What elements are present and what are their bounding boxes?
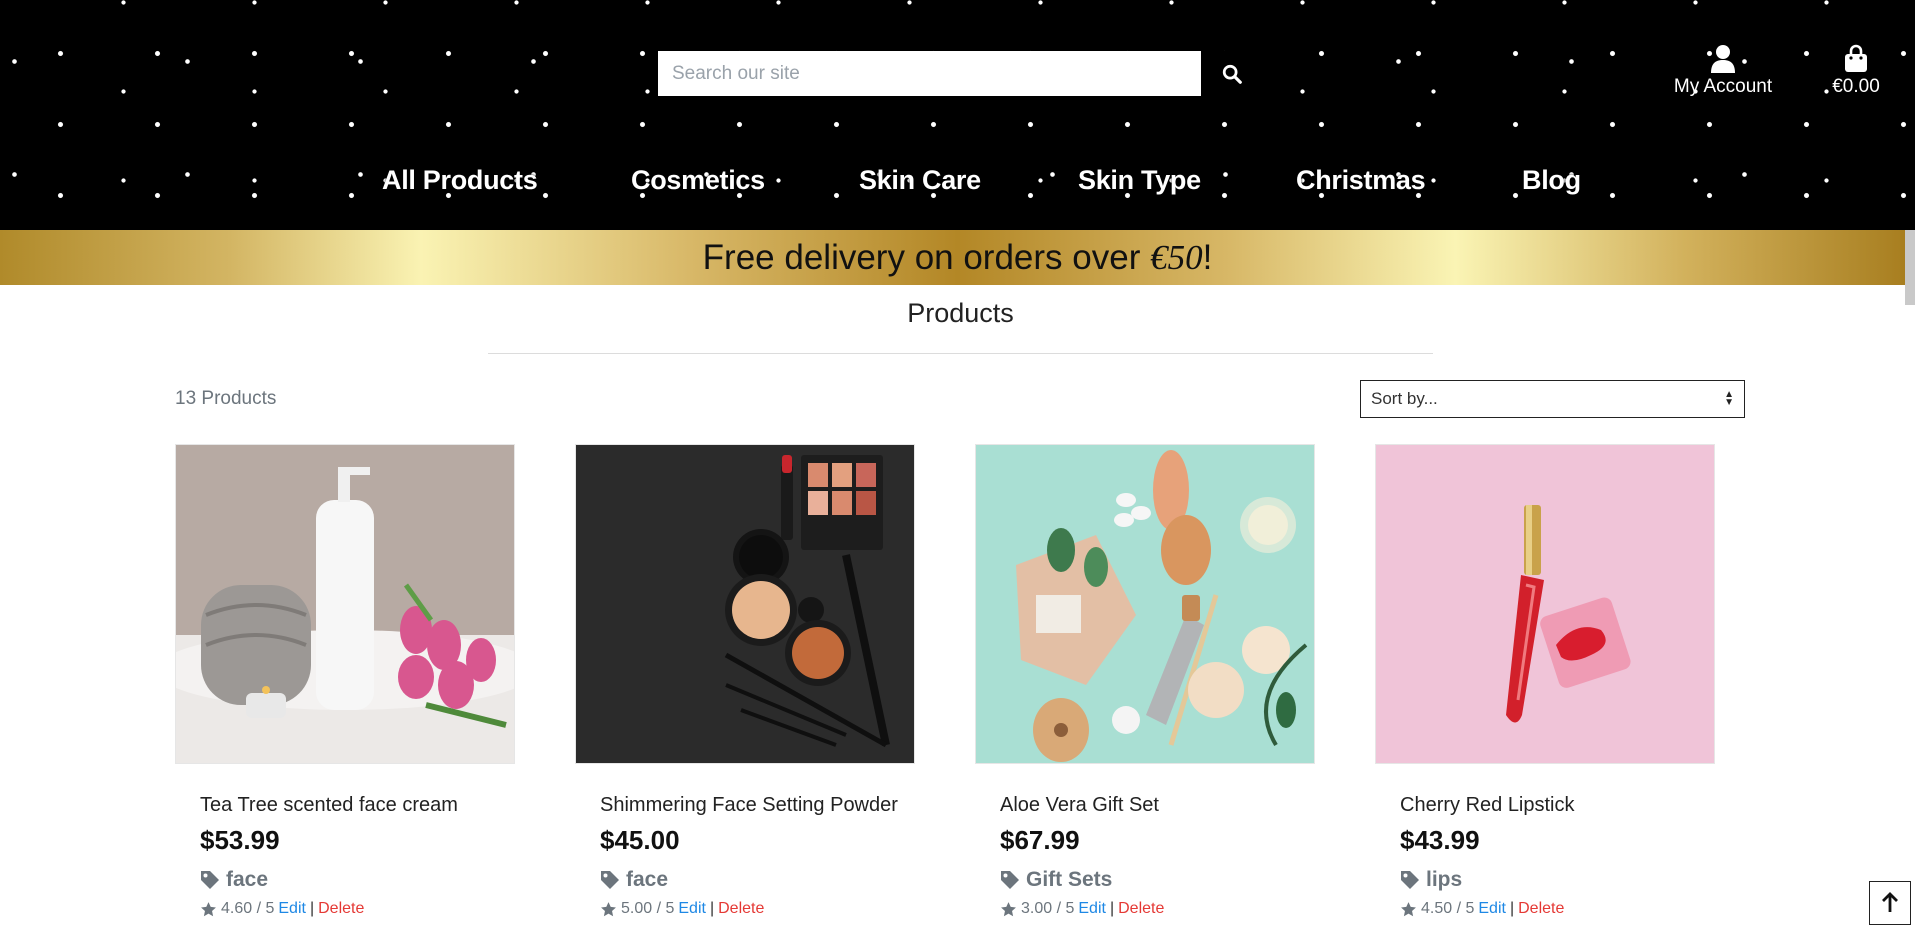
rating-value: 3.00 / 5 <box>1021 900 1075 917</box>
delivery-banner-text: Free delivery on orders over €50! <box>703 238 1213 278</box>
product-image <box>976 445 1314 763</box>
tag-icon <box>1001 871 1019 889</box>
nav-cosmetics[interactable]: Cosmetics <box>631 165 765 196</box>
tag-icon <box>601 871 619 889</box>
main-nav: All Products Cosmetics Skin Care Skin Ty… <box>0 165 1915 205</box>
tag-icon <box>201 871 219 889</box>
shopping-bag-link[interactable]: €0.00 <box>1822 44 1890 98</box>
product-image-link[interactable] <box>575 444 915 764</box>
search-icon <box>1222 64 1242 84</box>
product-category-link[interactable]: face <box>200 868 515 892</box>
product-category-link[interactable]: face <box>600 868 915 892</box>
product-image <box>1376 445 1714 763</box>
product-count: 13 Products <box>175 388 277 409</box>
product-card: Shimmering Face Setting Powder $45.00 fa… <box>575 444 915 918</box>
product-image-link[interactable] <box>1375 444 1715 764</box>
delivery-threshold: €50 <box>1150 237 1203 277</box>
product-name: Shimmering Face Setting Powder <box>600 794 898 816</box>
product-category: face <box>226 868 269 891</box>
page-scrollbar-thumb[interactable] <box>1905 230 1915 305</box>
link-separator: | <box>1509 900 1515 917</box>
edit-product-link[interactable]: Edit <box>1078 900 1106 918</box>
product-category: Gift Sets <box>1026 868 1113 891</box>
page-title: Products <box>907 298 1014 328</box>
star-icon <box>1001 901 1016 916</box>
title-divider <box>488 353 1433 354</box>
product-price: $67.99 <box>1000 825 1080 855</box>
edit-product-link[interactable]: Edit <box>678 900 706 918</box>
search-input[interactable] <box>658 51 1201 96</box>
star-icon <box>1401 901 1416 916</box>
edit-product-link[interactable]: Edit <box>278 900 306 918</box>
nav-skin-type[interactable]: Skin Type <box>1078 165 1201 196</box>
product-rating: 4.50 / 5 Edit | Delete <box>1400 900 1715 918</box>
star-icon <box>601 901 616 916</box>
product-price: $43.99 <box>1400 825 1480 855</box>
search-button[interactable] <box>1201 51 1262 96</box>
rating-value: 4.60 / 5 <box>221 900 275 917</box>
product-image <box>176 445 514 763</box>
nav-all-products[interactable]: All Products <box>382 165 538 196</box>
user-icon <box>1668 44 1778 74</box>
sort-select-value: Sort by... <box>1371 389 1438 408</box>
link-separator: | <box>709 900 715 917</box>
product-category-link[interactable]: Gift Sets <box>1000 868 1315 892</box>
tag-icon <box>1401 871 1419 889</box>
product-price: $45.00 <box>600 825 680 855</box>
product-price: $53.99 <box>200 825 280 855</box>
star-icon <box>201 901 216 916</box>
product-card: Aloe Vera Gift Set $67.99 Gift Sets 3.00… <box>975 444 1315 918</box>
product-name: Aloe Vera Gift Set <box>1000 794 1159 816</box>
product-name: Tea Tree scented face cream <box>200 794 458 816</box>
product-card: Tea Tree scented face cream $53.99 face … <box>175 444 515 918</box>
product-category: lips <box>1426 868 1463 891</box>
delete-product-link[interactable]: Delete <box>1518 900 1564 918</box>
product-rating: 4.60 / 5 Edit | Delete <box>200 900 515 918</box>
product-rating: 3.00 / 5 Edit | Delete <box>1000 900 1315 918</box>
delete-product-link[interactable]: Delete <box>318 900 364 918</box>
scroll-to-top-button[interactable] <box>1869 881 1911 925</box>
edit-product-link[interactable]: Edit <box>1478 900 1506 918</box>
link-separator: | <box>1109 900 1115 917</box>
arrow-up-icon <box>1882 892 1898 912</box>
nav-blog[interactable]: Blog <box>1522 165 1581 196</box>
product-image-link[interactable] <box>175 444 515 764</box>
rating-value: 5.00 / 5 <box>621 900 675 917</box>
nav-skin-care[interactable]: Skin Care <box>859 165 981 196</box>
product-category-link[interactable]: lips <box>1400 868 1715 892</box>
site-header: My Account €0.00 All Products Cosmetics … <box>0 0 1915 230</box>
product-image-link[interactable] <box>975 444 1315 764</box>
product-image <box>576 445 914 763</box>
sort-select[interactable]: Sort by... ▲ ▼ <box>1360 380 1745 418</box>
delivery-banner-prefix: Free delivery on orders over <box>702 237 1151 277</box>
search-form <box>658 51 1262 96</box>
nav-christmas[interactable]: Christmas <box>1296 165 1426 196</box>
my-account-label: My Account <box>1673 76 1773 97</box>
link-separator: | <box>309 900 315 917</box>
delivery-banner: Free delivery on orders over €50! <box>0 230 1915 285</box>
product-name: Cherry Red Lipstick <box>1400 794 1575 816</box>
delete-product-link[interactable]: Delete <box>718 900 764 918</box>
rating-value: 4.50 / 5 <box>1421 900 1475 917</box>
product-card: Cherry Red Lipstick $43.99 lips 4.50 / 5… <box>1375 444 1715 918</box>
bag-total: €0.00 <box>1832 76 1880 97</box>
product-category: face <box>626 868 669 891</box>
delete-product-link[interactable]: Delete <box>1118 900 1164 918</box>
shopping-bag-icon <box>1822 44 1890 74</box>
select-arrows-icon: ▲ ▼ <box>1724 389 1734 408</box>
delivery-banner-suffix: ! <box>1202 237 1213 277</box>
product-rating: 5.00 / 5 Edit | Delete <box>600 900 915 918</box>
my-account-link[interactable]: My Account <box>1668 44 1778 98</box>
